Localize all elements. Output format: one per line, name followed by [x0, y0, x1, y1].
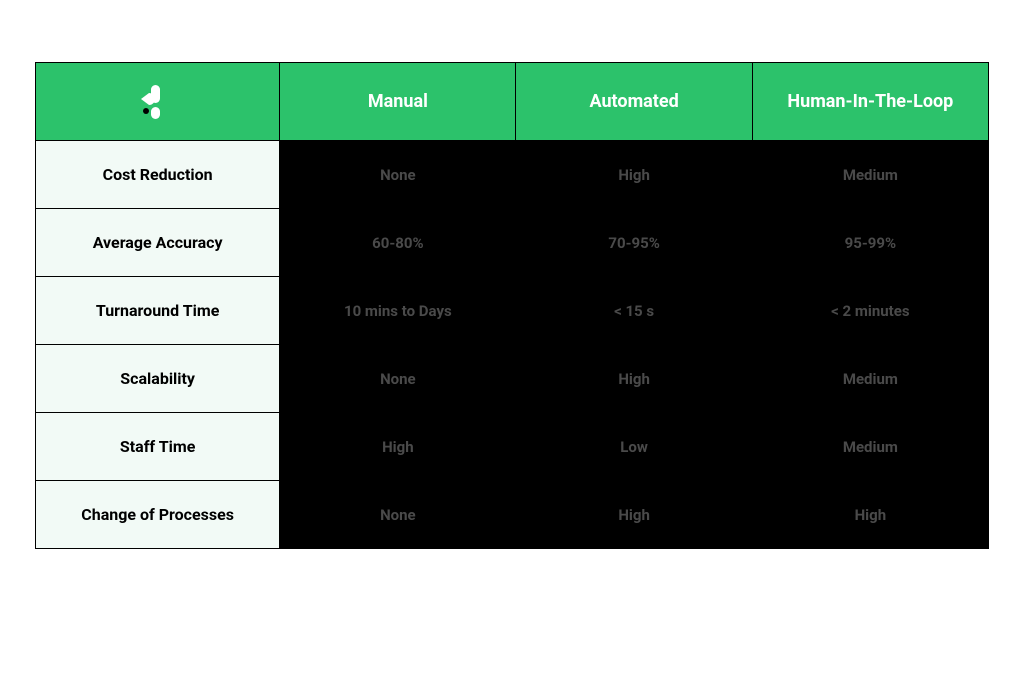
data-cell: Medium — [752, 345, 988, 413]
data-cell: < 2 minutes — [752, 277, 988, 345]
data-cell: < 15 s — [516, 277, 752, 345]
column-header-automated: Automated — [516, 63, 752, 141]
column-header-hitl: Human-In-The-Loop — [752, 63, 988, 141]
data-cell: None — [280, 141, 516, 209]
data-cell: High — [752, 481, 988, 549]
table-row: Average Accuracy 60-80% 70-95% 95-99% — [36, 209, 989, 277]
data-cell: 60-80% — [280, 209, 516, 277]
header-logo-cell — [36, 63, 280, 141]
data-cell: High — [280, 413, 516, 481]
table-row: Staff Time High Low Medium — [36, 413, 989, 481]
feature-label: Staff Time — [36, 413, 280, 481]
table-row: Cost Reduction None High Medium — [36, 141, 989, 209]
feature-label: Change of Processes — [36, 481, 280, 549]
table-header-row: Manual Automated Human-In-The-Loop — [36, 63, 989, 141]
feature-label: Scalability — [36, 345, 280, 413]
data-cell: 10 mins to Days — [280, 277, 516, 345]
data-cell: 70-95% — [516, 209, 752, 277]
data-cell: Medium — [752, 413, 988, 481]
data-cell: High — [516, 345, 752, 413]
data-cell: None — [280, 345, 516, 413]
data-cell: High — [516, 481, 752, 549]
data-cell: Low — [516, 413, 752, 481]
column-header-manual: Manual — [280, 63, 516, 141]
data-cell: High — [516, 141, 752, 209]
data-cell: 95-99% — [752, 209, 988, 277]
data-cell: Medium — [752, 141, 988, 209]
comparison-table: Manual Automated Human-In-The-Loop Cost … — [35, 62, 989, 549]
table-row: Change of Processes None High High — [36, 481, 989, 549]
k-logo-icon — [137, 81, 179, 123]
feature-label: Average Accuracy — [36, 209, 280, 277]
data-cell: None — [280, 481, 516, 549]
feature-label: Turnaround Time — [36, 277, 280, 345]
table-row: Turnaround Time 10 mins to Days < 15 s <… — [36, 277, 989, 345]
feature-label: Cost Reduction — [36, 141, 280, 209]
table-row: Scalability None High Medium — [36, 345, 989, 413]
logo-wrap — [36, 63, 279, 140]
